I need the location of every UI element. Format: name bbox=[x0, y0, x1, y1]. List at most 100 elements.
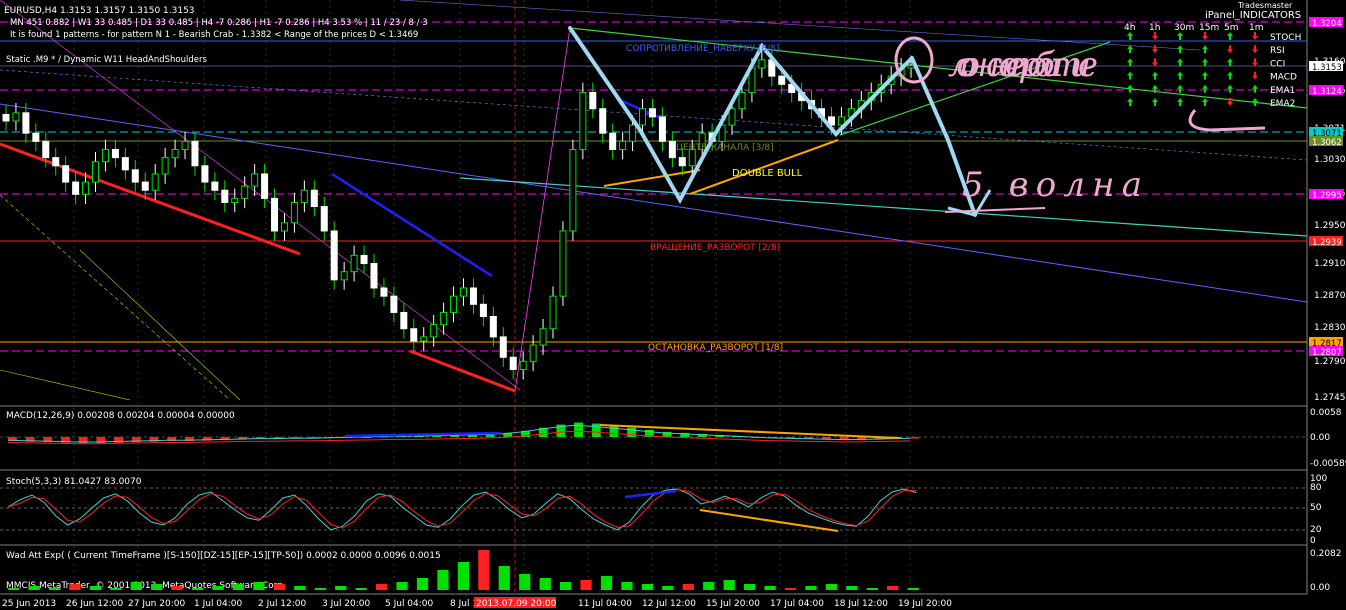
candle-body bbox=[619, 140, 627, 150]
wad-bar bbox=[335, 586, 347, 590]
wad-bar bbox=[355, 588, 367, 590]
wad-bar bbox=[69, 584, 81, 590]
candle-body bbox=[400, 311, 408, 330]
wad-bar bbox=[784, 588, 797, 590]
candle-body bbox=[469, 287, 477, 305]
candle-body bbox=[241, 185, 249, 199]
macd-bar bbox=[627, 427, 637, 437]
time-label: 12 Jul 12:00 bbox=[642, 599, 696, 609]
wad-bar bbox=[48, 588, 61, 590]
price-tag-text: 1.2807 bbox=[1312, 348, 1342, 358]
candle-body bbox=[479, 303, 487, 318]
double-bull-label: DOUBLE BULL bbox=[732, 168, 803, 179]
candle-body bbox=[569, 148, 577, 232]
price-tag-text: 1.3153 bbox=[1312, 63, 1342, 73]
wad-bar bbox=[600, 576, 613, 590]
wad-bar bbox=[744, 584, 756, 590]
resistance-label: СОПРОТИВЛЕНИЕ_НАВЕРХУ [8/8] bbox=[626, 44, 779, 54]
wad-bar bbox=[416, 578, 429, 590]
wad-bar bbox=[8, 588, 20, 590]
candle-body bbox=[101, 148, 109, 163]
wad-bar bbox=[273, 584, 286, 590]
wad-bar bbox=[560, 582, 572, 590]
candle-body bbox=[340, 271, 348, 281]
wad-bar bbox=[192, 588, 204, 590]
wad-bar bbox=[396, 582, 408, 590]
price-label: 1.3030 bbox=[1314, 155, 1346, 165]
chart-background bbox=[0, 0, 1346, 610]
candle-body bbox=[410, 328, 418, 342]
symbol-line: EURUSD,H4 1.3153 1.3157 1.3150 1.3153 bbox=[4, 6, 195, 16]
wad-bar bbox=[887, 586, 899, 590]
candle-body bbox=[231, 197, 239, 203]
stoch-axis-label: 80 bbox=[1310, 483, 1322, 493]
candle-body bbox=[609, 132, 617, 150]
price-label: 1.2745 bbox=[1314, 393, 1346, 403]
candle-body bbox=[12, 112, 20, 122]
time-label: 15 Jul 20:00 bbox=[706, 599, 760, 609]
wad-bar bbox=[437, 570, 449, 590]
ipanel-row-label: STOCH bbox=[1270, 33, 1301, 43]
macd-axis-label: 0.0058 bbox=[1310, 408, 1342, 418]
price-tag-text: 1.2939 bbox=[1312, 238, 1342, 248]
channel-center-label: ЦЕНТР_КАНАЛА [3/8] bbox=[676, 143, 774, 153]
candle-body bbox=[758, 59, 766, 69]
wad-bar bbox=[805, 586, 817, 590]
candle-body bbox=[131, 169, 139, 183]
candle-body bbox=[330, 230, 338, 281]
candle-body bbox=[678, 157, 686, 167]
candle-body bbox=[390, 295, 398, 313]
wad-bar bbox=[825, 584, 838, 590]
ipanel-brand: Tradesmaster bbox=[1237, 1, 1293, 10]
time-label: 18 Jul 12:00 bbox=[834, 599, 888, 609]
price-tag-text: 1.3124 bbox=[1312, 87, 1342, 97]
candle-body bbox=[141, 181, 149, 191]
time-label: 5 Jul 04:00 bbox=[385, 599, 434, 609]
time-label: 1 Jul 04:00 bbox=[194, 599, 243, 609]
time-label: 11 Jul 04:00 bbox=[578, 599, 632, 609]
wad-bar bbox=[580, 580, 592, 590]
candle-body bbox=[549, 295, 557, 330]
candle-body bbox=[201, 165, 209, 183]
candle-body bbox=[22, 112, 30, 134]
stoch-axis-label: 0 bbox=[1310, 536, 1316, 546]
wad-bar bbox=[846, 586, 858, 590]
macd-bar bbox=[609, 425, 619, 437]
wad-bar bbox=[703, 582, 715, 590]
wad-bar bbox=[641, 584, 654, 590]
candle-body bbox=[82, 181, 90, 195]
candle-body bbox=[310, 189, 318, 208]
candle-body bbox=[92, 161, 100, 183]
time-label: 25 Jun 2013 bbox=[2, 599, 56, 609]
price-label: 1.2910 bbox=[1314, 259, 1346, 269]
ipanel-timeframe: 1h bbox=[1149, 23, 1160, 33]
wad-bar bbox=[478, 550, 490, 590]
candle-body bbox=[370, 263, 378, 289]
candle-body bbox=[360, 254, 368, 265]
wad-bar bbox=[376, 584, 388, 590]
wad-bar bbox=[907, 588, 919, 590]
candle-body bbox=[380, 287, 388, 297]
price-label: 1.2870 bbox=[1314, 291, 1346, 301]
ipanel-row-label: CCI bbox=[1270, 59, 1285, 69]
wad-bar bbox=[171, 586, 183, 590]
wad-bar bbox=[314, 588, 326, 590]
wad-bar bbox=[151, 584, 163, 590]
candle-body bbox=[728, 108, 736, 126]
candle-body bbox=[191, 140, 199, 167]
candle-body bbox=[111, 148, 119, 159]
ipanel-row-label: RSI bbox=[1270, 46, 1285, 56]
candle-body bbox=[171, 148, 179, 159]
candle-body bbox=[181, 140, 189, 150]
pattern-info: It is found 1 patterns - for pattern N 1… bbox=[10, 30, 418, 40]
candle-body bbox=[529, 344, 537, 362]
candle-body bbox=[72, 181, 80, 195]
trading-chart[interactable]: СОПРОТИВЛЕНИЕ_НАВЕРХУ [8/8] ЦЕНТР_КАНАЛА… bbox=[0, 0, 1346, 610]
candle-body bbox=[579, 91, 587, 150]
ipanel-timeframe: 15m bbox=[1199, 23, 1219, 33]
macd-axis-label: -0.00589 bbox=[1310, 459, 1346, 469]
ipanel-timeframe: 30m bbox=[1174, 23, 1194, 33]
ipanel-title: iPanel_INDICATORS bbox=[1205, 10, 1301, 21]
candle-body bbox=[668, 140, 676, 159]
candle-body bbox=[648, 108, 656, 118]
